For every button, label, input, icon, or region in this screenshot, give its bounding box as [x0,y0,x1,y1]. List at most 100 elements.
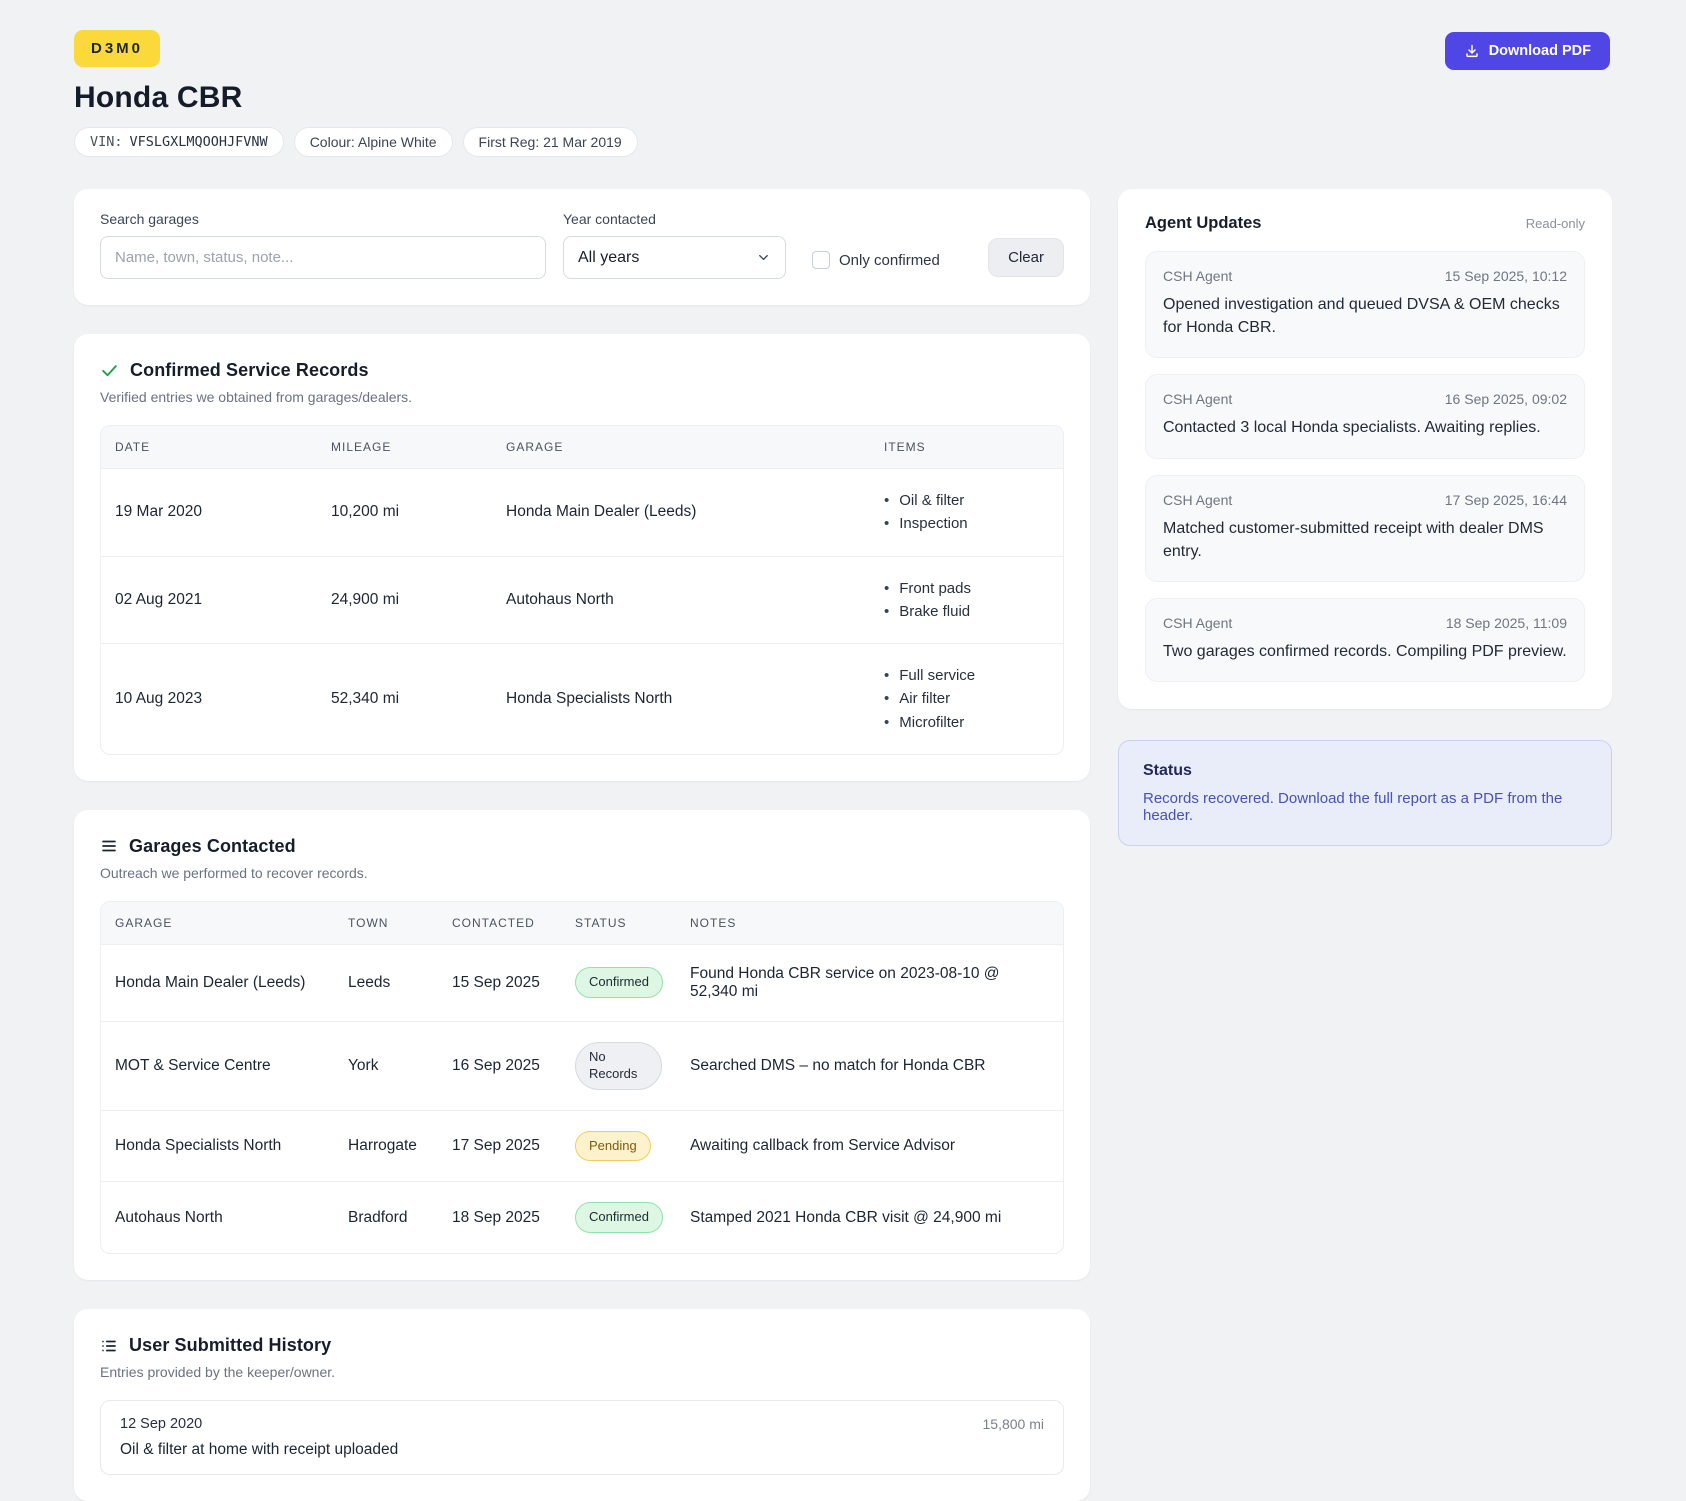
search-input[interactable] [100,236,546,279]
garage-name: Autohaus North [101,1182,334,1253]
table-row: 19 Mar 2020 10,200 mi Honda Main Dealer … [101,469,1063,557]
status-badge: Confirmed [575,967,663,998]
page: D3M0 Honda CBR VIN: VFSLGXLMQOOHJFVNW Co… [0,0,1686,1220]
vin-chip: VIN: VFSLGXLMQOOHJFVNW [74,127,284,157]
check-icon [100,361,119,380]
garage-notes: Found Honda CBR service on 2023-08-10 @ … [676,944,1063,1021]
garage-contacted: 15 Sep 2025 [438,944,561,1021]
first-reg-chip: First Reg: 21 Mar 2019 [463,127,638,157]
sidebar: Agent Updates Read-only CSH Agent 15 Sep… [1118,189,1612,846]
garage-name: Honda Specialists North [101,1110,334,1182]
update-time: 17 Sep 2025, 16:44 [1445,492,1567,508]
col-contacted: Contacted [438,902,561,945]
agent-updates-list: CSH Agent 15 Sep 2025, 10:12 Opened inve… [1145,251,1585,682]
table-row: MOT & Service Centre York 16 Sep 2025 No… [101,1021,1063,1110]
list-icon [100,1337,118,1355]
vin-label: VIN: [90,134,123,150]
only-confirmed-label: Only confirmed [839,252,940,269]
confirmed-records-table: Date Mileage Garage Items 19 Mar 2020 10… [101,426,1063,754]
page-header: D3M0 Honda CBR VIN: VFSLGXLMQOOHJFVNW Co… [74,30,1610,157]
col-notes: Notes [676,902,1063,945]
confirmed-records-card: Confirmed Service Records Verified entri… [74,334,1090,781]
status-text: Records recovered. Download the full rep… [1143,790,1587,824]
entry-note: Oil & filter at home with receipt upload… [120,1441,1044,1459]
download-pdf-button[interactable]: Download PDF [1445,32,1610,70]
year-select-value: All years [578,249,639,267]
page-title: Honda CBR [74,81,638,115]
year-label: Year contacted [563,211,786,227]
table-row: 02 Aug 2021 24,900 mi Autohaus North Fro… [101,556,1063,644]
agent-updates-card: Agent Updates Read-only CSH Agent 15 Sep… [1118,189,1612,709]
garage-notes: Awaiting callback from Service Advisor [676,1110,1063,1182]
only-confirmed-group: Only confirmed [812,251,940,269]
update-time: 18 Sep 2025, 11:09 [1446,615,1567,631]
record-item: Full service [884,664,1049,687]
garage-name: MOT & Service Centre [101,1021,334,1110]
status-panel: Status Records recovered. Download the f… [1118,740,1612,846]
update-time: 16 Sep 2025, 09:02 [1445,391,1567,407]
update-author: CSH Agent [1163,492,1232,508]
user-history-entry: 12 Sep 2020 15,800 mi Oil & filter at ho… [100,1400,1064,1475]
clear-button[interactable]: Clear [988,238,1064,277]
status-title: Status [1143,762,1587,780]
status-badge: Confirmed [575,1202,663,1233]
update-time: 15 Sep 2025, 10:12 [1445,268,1567,284]
update-author: CSH Agent [1163,268,1232,284]
search-field-group: Search garages [100,211,546,279]
record-date: 02 Aug 2021 [101,556,317,644]
garages-contacted-card: Garages Contacted Outreach we performed … [74,810,1090,1281]
record-items: Front pads Brake fluid [884,577,1049,624]
col-garage: Garage [492,426,870,469]
col-status: Status [561,902,676,945]
vin-value: VFSLGXLMQOOHJFVNW [130,134,268,150]
record-items: Full service Air filter Microfilter [884,664,1049,734]
user-history-card: User Submitted History Entries provided … [74,1309,1090,1501]
demo-badge: D3M0 [74,30,160,67]
year-select[interactable]: All years [563,236,786,279]
record-mileage: 24,900 mi [317,556,492,644]
record-item: Oil & filter [884,489,1049,512]
col-items: Items [870,426,1063,469]
garage-contacted: 18 Sep 2025 [438,1182,561,1253]
table-row: Honda Specialists North Harrogate 17 Sep… [101,1110,1063,1182]
record-item: Brake fluid [884,600,1049,623]
menu-lines-icon [100,837,118,855]
update-text: Two garages confirmed records. Compiling… [1163,640,1567,663]
user-history-title: User Submitted History [129,1335,331,1356]
garage-town: Leeds [334,944,438,1021]
confirmed-records-subtitle: Verified entries we obtained from garage… [100,389,1064,405]
record-mileage: 10,200 mi [317,469,492,557]
garage-contacted: 16 Sep 2025 [438,1021,561,1110]
garages-contacted-title: Garages Contacted [129,836,296,857]
col-date: Date [101,426,317,469]
record-item: Inspection [884,512,1049,535]
entry-date: 12 Sep 2020 [120,1416,202,1432]
agent-updates-title: Agent Updates [1145,214,1261,233]
record-item: Microfilter [884,711,1049,734]
agent-update: CSH Agent 16 Sep 2025, 09:02 Contacted 3… [1145,374,1585,458]
table-header-row: Date Mileage Garage Items [101,426,1063,469]
only-confirmed-checkbox[interactable] [812,251,830,269]
garage-notes: Stamped 2021 Honda CBR visit @ 24,900 mi [676,1182,1063,1253]
update-text: Contacted 3 local Honda specialists. Awa… [1163,416,1567,439]
download-pdf-label: Download PDF [1489,43,1591,59]
header-left: D3M0 Honda CBR VIN: VFSLGXLMQOOHJFVNW Co… [74,30,638,157]
record-garage: Honda Main Dealer (Leeds) [492,469,870,557]
table-header-row: Garage Town Contacted Status Notes [101,902,1063,945]
record-item: Air filter [884,687,1049,710]
garages-contacted-subtitle: Outreach we performed to recover records… [100,865,1064,881]
agent-update: CSH Agent 18 Sep 2025, 11:09 Two garages… [1145,598,1585,682]
col-mileage: Mileage [317,426,492,469]
record-date: 19 Mar 2020 [101,469,317,557]
filter-card: Search garages Year contacted All years [74,189,1090,305]
record-mileage: 52,340 mi [317,644,492,754]
download-icon [1464,43,1480,59]
table-row: Honda Main Dealer (Leeds) Leeds 15 Sep 2… [101,944,1063,1021]
garage-name: Honda Main Dealer (Leeds) [101,944,334,1021]
garage-town: Bradford [334,1182,438,1253]
user-history-subtitle: Entries provided by the keeper/owner. [100,1364,1064,1380]
colour-chip: Colour: Alpine White [294,127,453,157]
update-text: Opened investigation and queued DVSA & O… [1163,293,1567,339]
readonly-label: Read-only [1526,216,1585,231]
record-garage: Autohaus North [492,556,870,644]
